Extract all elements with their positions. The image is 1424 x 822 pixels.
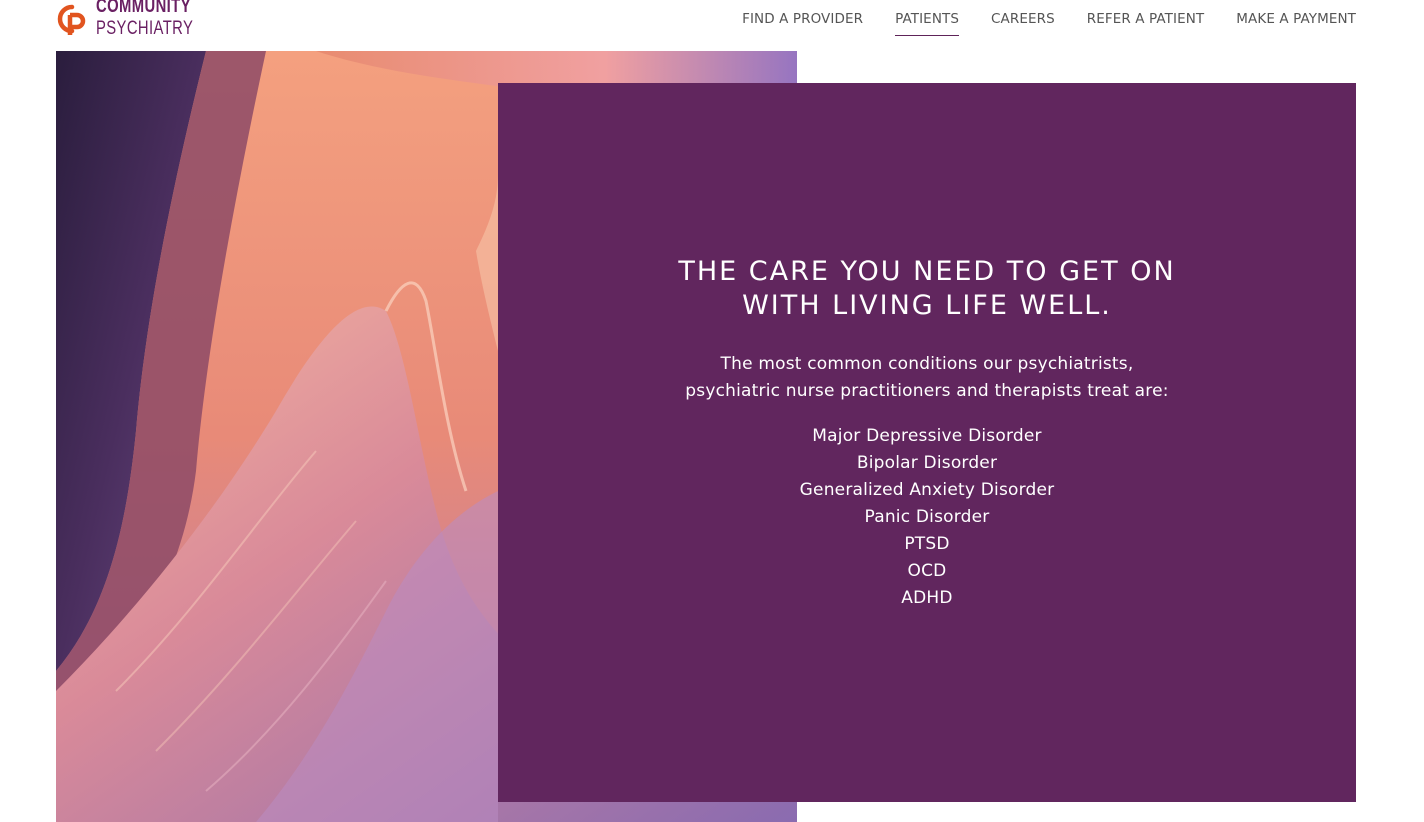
logo-wordmark: COMMUNITY PSYCHIATRY <box>96 0 221 40</box>
condition-item: Generalized Anxiety Disorder <box>799 480 1055 500</box>
care-info-panel: THE CARE YOU NEED TO GET ON WITH LIVING … <box>498 83 1356 802</box>
condition-item: Bipolar Disorder <box>856 453 998 473</box>
site-header: COMMUNITY PSYCHIATRY FIND A PROVIDER PAT… <box>0 0 1424 50</box>
condition-item: ADHD <box>901 588 953 608</box>
community-psychiatry-logo[interactable]: COMMUNITY PSYCHIATRY <box>56 0 206 44</box>
panel-heading-line2: WITH LIVING LIFE WELL. <box>742 290 1112 321</box>
logo-line-community: COMMUNITY <box>96 0 191 17</box>
nav-make-a-payment[interactable]: MAKE A PAYMENT <box>1236 0 1356 36</box>
main-nav: FIND A PROVIDER PATIENTS CAREERS REFER A… <box>742 0 1356 40</box>
panel-intro: The most common conditions our psychiatr… <box>498 351 1356 405</box>
condition-item: PTSD <box>904 534 950 554</box>
cp-logo-mark-icon <box>57 4 86 35</box>
panel-intro-line2: psychiatric nurse practitioners and ther… <box>685 381 1169 401</box>
logo-line-psychiatry: PSYCHIATRY <box>96 18 194 39</box>
nav-careers[interactable]: CAREERS <box>991 0 1055 36</box>
panel-heading: THE CARE YOU NEED TO GET ON WITH LIVING … <box>498 255 1356 323</box>
nav-find-a-provider[interactable]: FIND A PROVIDER <box>742 0 863 36</box>
condition-item: Panic Disorder <box>864 507 990 527</box>
panel-intro-line1: The most common conditions our psychiatr… <box>720 354 1134 374</box>
panel-heading-line1: THE CARE YOU NEED TO GET ON <box>678 256 1176 287</box>
condition-item: Major Depressive Disorder <box>812 426 1042 446</box>
nav-patients[interactable]: PATIENTS <box>895 0 960 36</box>
condition-item: OCD <box>907 561 947 581</box>
nav-refer-a-patient[interactable]: REFER A PATIENT <box>1087 0 1204 36</box>
conditions-list: Major Depressive Disorder Bipolar Disord… <box>498 423 1356 612</box>
